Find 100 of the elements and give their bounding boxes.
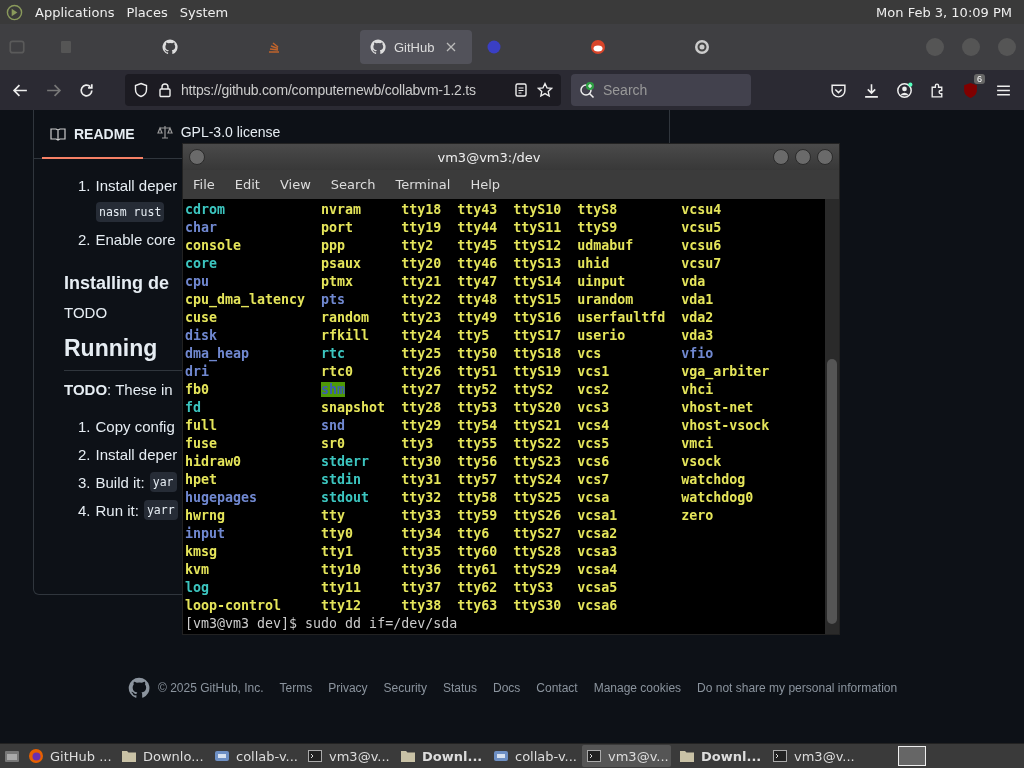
file-name: tty59 bbox=[457, 508, 498, 523]
footer-link[interactable]: Security bbox=[383, 681, 427, 695]
panel-menu[interactable]: Applications bbox=[35, 4, 115, 20]
file-name: vsock bbox=[681, 454, 722, 469]
folder-icon bbox=[679, 748, 695, 764]
browser-tab[interactable]: GitHub bbox=[360, 30, 472, 64]
file-name: tty3 bbox=[401, 436, 434, 451]
taskbar-button[interactable]: vm3@v... bbox=[582, 745, 671, 767]
file-name: userfaultfd bbox=[577, 310, 666, 325]
file-name: vcs bbox=[577, 346, 602, 361]
pocket-icon[interactable] bbox=[830, 81, 847, 99]
file-name: ttyS26 bbox=[513, 508, 562, 523]
menu-item[interactable]: Edit bbox=[234, 177, 260, 192]
terminal-icon bbox=[307, 748, 323, 764]
footer-link[interactable]: Manage cookies bbox=[593, 681, 682, 695]
file-name: tty21 bbox=[401, 274, 442, 289]
footer-link[interactable]: Terms bbox=[279, 681, 313, 695]
list-number: 2. bbox=[78, 445, 91, 463]
panel-menu[interactable]: Places bbox=[126, 4, 168, 20]
footer-link[interactable]: Docs bbox=[492, 681, 521, 695]
file-name: fb0 bbox=[185, 382, 210, 397]
taskbar-button[interactable]: GitHub ... bbox=[24, 745, 113, 767]
file-name: vcs7 bbox=[577, 472, 610, 487]
github-icon bbox=[162, 39, 178, 55]
file-name: snd bbox=[321, 418, 346, 433]
file-name: ptmx bbox=[321, 274, 354, 289]
download-icon[interactable] bbox=[863, 81, 880, 99]
workspace-switcher[interactable] bbox=[898, 746, 926, 766]
file-name: tty10 bbox=[321, 562, 362, 577]
file-name: vmci bbox=[681, 436, 714, 451]
shield-extension-icon[interactable] bbox=[962, 81, 979, 99]
book-icon bbox=[50, 125, 66, 142]
menu-item[interactable]: Help bbox=[470, 177, 501, 192]
taskbar-button[interactable]: Downlo... bbox=[117, 745, 206, 767]
reader-view-icon[interactable] bbox=[513, 82, 529, 98]
footer-link[interactable]: Privacy bbox=[328, 681, 368, 695]
file-name: tty53 bbox=[457, 400, 498, 415]
github-logo-icon[interactable] bbox=[128, 677, 150, 699]
maximize-button[interactable] bbox=[795, 149, 811, 165]
window-menu-button[interactable] bbox=[189, 149, 205, 165]
file-name: tty63 bbox=[457, 598, 498, 613]
file-name: vcsu7 bbox=[681, 256, 722, 271]
reload-icon[interactable] bbox=[78, 81, 95, 99]
file-name: watchdog0 bbox=[681, 490, 754, 505]
minimize-button[interactable] bbox=[773, 149, 789, 165]
file-name: tty19 bbox=[401, 220, 442, 235]
section-heading: Installing de bbox=[64, 273, 169, 294]
file-name: tty58 bbox=[457, 490, 498, 505]
distro-logo-icon[interactable] bbox=[6, 3, 23, 21]
file-name: full bbox=[185, 418, 218, 433]
taskbar-button[interactable]: collab-v... bbox=[210, 745, 299, 767]
search-field[interactable]: Search bbox=[571, 74, 751, 106]
file-name: vcs4 bbox=[577, 418, 610, 433]
file-name: vfio bbox=[681, 346, 714, 361]
close-button[interactable] bbox=[817, 149, 833, 165]
paragraph: TODO: These in bbox=[64, 381, 173, 398]
taskbar-button[interactable]: Downl... bbox=[396, 745, 485, 767]
footer-link[interactable]: Status bbox=[442, 681, 477, 695]
close-icon[interactable] bbox=[446, 42, 457, 52]
file-name: tty43 bbox=[457, 202, 498, 217]
url-text[interactable]: https://github.com/computernewb/collabvm-1.2.ts bbox=[181, 82, 505, 98]
file-name: tty27 bbox=[401, 382, 442, 397]
folder-icon bbox=[400, 748, 416, 764]
file-name: ttyS27 bbox=[513, 526, 562, 541]
file-name: tty44 bbox=[457, 220, 498, 235]
shield-icon[interactable] bbox=[133, 82, 149, 98]
file-name: ttyS16 bbox=[513, 310, 562, 325]
taskbar-button[interactable]: Downl... bbox=[675, 745, 764, 767]
footer-link[interactable]: Do not share my personal information bbox=[697, 681, 898, 695]
file-name: vda bbox=[681, 274, 706, 289]
scrollbar[interactable] bbox=[825, 199, 839, 634]
clock[interactable]: Mon Feb 3, 10:09 PM bbox=[876, 4, 1012, 20]
readme-tab[interactable]: README bbox=[42, 110, 143, 159]
address-bar[interactable]: https://github.com/computernewb/collabvm-1.2.ts bbox=[125, 74, 561, 106]
file-name: dri bbox=[185, 364, 210, 379]
star-icon[interactable] bbox=[537, 82, 553, 98]
taskbar-button[interactable]: collab-v... bbox=[489, 745, 578, 767]
file-name: tty25 bbox=[401, 346, 442, 361]
file-name: ttyS23 bbox=[513, 454, 562, 469]
menu-item[interactable]: Terminal bbox=[395, 177, 451, 192]
show-desktop-icon[interactable] bbox=[4, 748, 20, 764]
taskbar-button[interactable]: vm3@v... bbox=[303, 745, 392, 767]
file-name: ttyS9 bbox=[577, 220, 618, 235]
footer-link[interactable]: Contact bbox=[536, 681, 578, 695]
file-name: ttyS17 bbox=[513, 328, 562, 343]
taskbar-button[interactable]: vm3@v... bbox=[768, 745, 857, 767]
file-name: stderr bbox=[321, 454, 370, 469]
file-name: vcsa4 bbox=[577, 562, 618, 577]
menu-item[interactable]: View bbox=[279, 177, 311, 192]
file-name: input bbox=[185, 526, 226, 541]
panel-menu[interactable]: System bbox=[179, 4, 229, 20]
file-name: tty1 bbox=[321, 544, 354, 559]
menu-item[interactable]: Search bbox=[330, 177, 376, 192]
file-name: tty60 bbox=[457, 544, 498, 559]
readme-tab[interactable]: GPL-3.0 license bbox=[148, 123, 289, 143]
file-name: tty31 bbox=[401, 472, 442, 487]
menu-item[interactable]: File bbox=[193, 177, 215, 192]
file-name: tty35 bbox=[401, 544, 442, 559]
account-icon[interactable] bbox=[896, 81, 913, 99]
file-name: vcs3 bbox=[577, 400, 610, 415]
